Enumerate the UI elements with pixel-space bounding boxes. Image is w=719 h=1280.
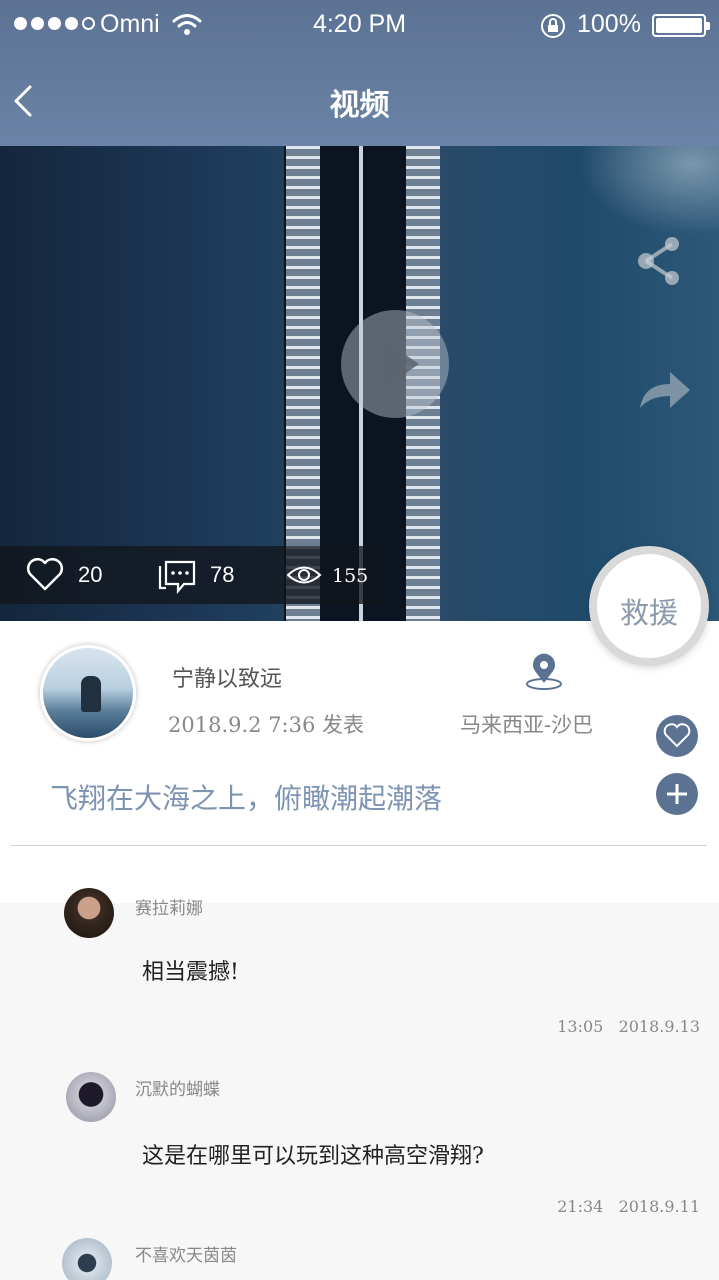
comment-icon[interactable]: [158, 558, 198, 594]
commenter-name[interactable]: 不喜欢天茵茵: [135, 1241, 237, 1266]
view-count: 155: [332, 565, 369, 587]
comment-text: 相当震撼!: [142, 960, 239, 985]
comment-text: 这是在哪里可以玩到这种高空滑翔?: [142, 1144, 484, 1169]
heart-icon: [663, 723, 691, 748]
comment-count: 78: [210, 562, 235, 587]
post-location: 马来西亚-沙巴: [460, 713, 594, 737]
divider: [11, 845, 707, 846]
post-caption: 飞翔在大海之上，俯瞰潮起潮落: [50, 783, 443, 814]
header: Omni 4:20 PM 100% 视频: [0, 0, 719, 146]
like-count: 20: [78, 562, 103, 587]
commenter-avatar[interactable]: [62, 1238, 112, 1280]
add-button[interactable]: [656, 773, 698, 815]
plus-icon: [667, 784, 687, 804]
post-time: 2018.9.2 7:36 发表: [168, 713, 365, 737]
commenter-name[interactable]: 沉默的蝴蝶: [135, 1075, 220, 1100]
favorite-button[interactable]: [656, 715, 698, 757]
battery-icon: [652, 14, 710, 37]
battery-percentage: 100%: [577, 10, 641, 38]
commenter-avatar[interactable]: [64, 888, 114, 938]
page-title: 视频: [329, 89, 390, 122]
comment-time: 21:34 2018.9.11: [557, 1197, 700, 1216]
play-button[interactable]: [341, 310, 449, 418]
heart-icon[interactable]: [26, 558, 64, 592]
video-stats-bar: 20 78 155: [0, 546, 385, 604]
forward-arrow-icon[interactable]: [638, 370, 692, 410]
comment-time: 13:05 2018.9.13: [557, 1017, 700, 1036]
rotation-lock-icon: [541, 14, 565, 38]
commenter-avatar[interactable]: [66, 1072, 116, 1122]
author-name[interactable]: 宁静以致远: [172, 661, 282, 693]
location-pin-icon: [526, 653, 562, 690]
commenter-name[interactable]: 赛拉莉娜: [135, 894, 203, 919]
share-icon[interactable]: [632, 232, 684, 290]
rescue-button[interactable]: 救援: [589, 546, 709, 666]
author-avatar[interactable]: [40, 645, 136, 741]
rescue-label: 救援: [619, 596, 678, 630]
status-bar: Omni 4:20 PM 100%: [0, 0, 719, 52]
eye-icon: [286, 566, 322, 584]
post-info: 宁静以致远 2018.9.2 7:36 发表 马来西亚-沙巴 飞翔在大海之上，俯…: [0, 621, 719, 903]
